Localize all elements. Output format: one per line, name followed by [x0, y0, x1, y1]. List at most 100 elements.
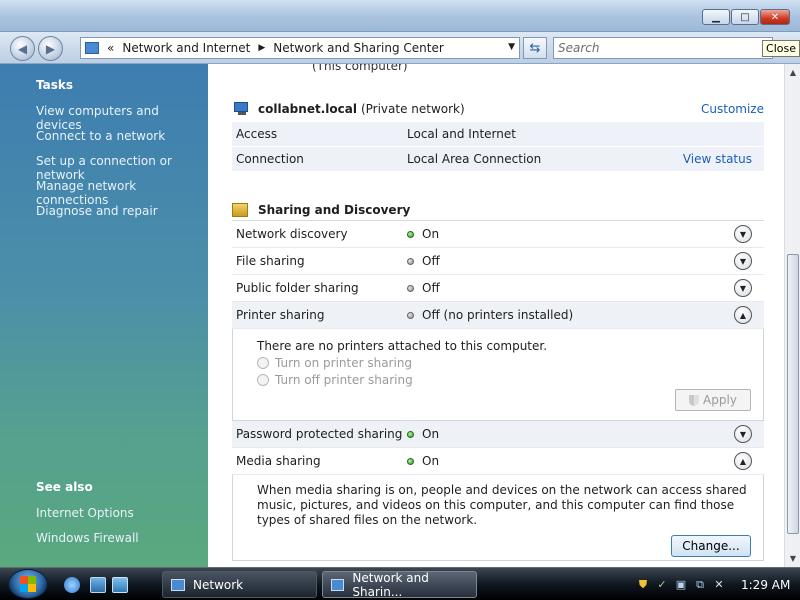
media-sharing-description: When media sharing is on, people and dev… [257, 483, 747, 527]
scroll-down-icon[interactable]: ▼ [786, 551, 800, 566]
network-discovery-status: On [422, 227, 440, 241]
access-value: Local and Internet [407, 127, 516, 141]
address-input[interactable]: « Network and Internet ▶ Network and Sha… [80, 37, 520, 59]
printer-sharing-panel: There are no printers attached to this c… [232, 329, 764, 421]
network-discovery-row[interactable]: Network discovery On ▼ [232, 221, 764, 248]
access-row: Access Local and Internet [232, 122, 764, 147]
status-on-icon [407, 430, 414, 438]
turn-off-printer-sharing-option[interactable]: Turn off printer sharing [257, 373, 413, 387]
turn-on-printer-sharing-option[interactable]: Turn on printer sharing [257, 356, 412, 370]
connection-row: Connection Local Area Connection View st… [232, 147, 764, 172]
sharing-list: Network discovery On ▼ File sharing Off … [232, 221, 764, 561]
radio-icon[interactable] [257, 357, 269, 369]
display-icon[interactable]: ▣ [674, 578, 688, 592]
sharing-icon [232, 202, 248, 217]
vertical-scrollbar[interactable]: ▲ ▼ [784, 64, 800, 567]
collapse-chevron-icon[interactable]: ▲ [734, 306, 752, 324]
breadcrumb-network-and-sharing-center[interactable]: Network and Sharing Center [273, 41, 444, 55]
taskbar: Network Network and Sharin... ⛊ ✓ ▣ ⧉ ✕ … [0, 567, 800, 600]
expand-chevron-icon[interactable]: ▼ [734, 279, 752, 297]
forward-button[interactable]: ▶ [38, 36, 63, 61]
media-sharing-row[interactable]: Media sharing On ▲ [232, 448, 764, 475]
start-button[interactable] [8, 569, 48, 599]
expand-chevron-icon[interactable]: ▼ [734, 425, 752, 443]
refresh-icon: ⇆ [529, 40, 541, 56]
title-bar: ▁ □ ✕ [0, 0, 800, 32]
file-sharing-label: File sharing [236, 254, 305, 268]
password-protected-sharing-label: Password protected sharing [236, 427, 403, 441]
control-panel-icon [85, 42, 99, 54]
media-sharing-label: Media sharing [236, 454, 321, 468]
see-also-windows-firewall[interactable]: Windows Firewall [36, 531, 139, 556]
task-set-up-connection[interactable]: Set up a connection or network [36, 154, 208, 182]
change-button[interactable]: Change... [671, 535, 751, 557]
task-diagnose-and-repair[interactable]: Diagnose and repair [36, 204, 208, 229]
network-tray-icon[interactable]: ⧉ [693, 578, 707, 592]
minimize-button[interactable]: ▁ [702, 9, 730, 25]
windows-logo-icon [20, 576, 36, 592]
close-button[interactable]: ✕ [760, 9, 790, 25]
status-on-icon [407, 457, 414, 465]
network-center-icon [331, 578, 345, 591]
tasks-heading: Tasks [36, 78, 74, 92]
address-bar: ◀ ▶ « Network and Internet ▶ Network and… [0, 32, 800, 64]
see-also-internet-options[interactable]: Internet Options [36, 506, 139, 531]
switch-windows-icon[interactable] [112, 577, 128, 593]
task-view-computers-and-devices[interactable]: View computers and devices [36, 104, 208, 132]
expand-chevron-icon[interactable]: ▼ [734, 225, 752, 243]
media-sharing-status: On [422, 454, 440, 468]
public-folder-sharing-row[interactable]: Public folder sharing Off ▼ [232, 275, 764, 302]
scroll-up-icon[interactable]: ▲ [786, 65, 800, 80]
security-shield-icon[interactable]: ⛊ [636, 578, 650, 592]
radio-icon[interactable] [257, 374, 269, 386]
main-content: (This computer) collabnet.local (Private… [208, 64, 784, 567]
task-manage-network-connections[interactable]: Manage network connections [36, 179, 208, 207]
address-dropdown-icon[interactable]: ▼ [508, 42, 515, 52]
clock[interactable]: 1:29 AM [741, 578, 790, 592]
volume-muted-icon[interactable]: ✕ [712, 578, 726, 592]
see-also-section: See also Internet Options Windows Firewa… [36, 480, 139, 556]
taskbar-network-button[interactable]: Network [162, 571, 317, 598]
turn-off-printer-sharing-label: Turn off printer sharing [275, 373, 413, 387]
turn-on-printer-sharing-label: Turn on printer sharing [275, 356, 413, 370]
printer-sharing-label: Printer sharing [236, 308, 325, 322]
apply-label: Apply [703, 393, 737, 407]
access-label: Access [236, 127, 278, 141]
shield-icon [689, 394, 700, 406]
network-type: (Private network) [360, 102, 465, 116]
expand-chevron-icon[interactable]: ▼ [734, 252, 752, 270]
address-prefix[interactable]: « [107, 41, 114, 55]
maximize-button[interactable]: □ [731, 9, 759, 25]
show-desktop-icon[interactable] [90, 577, 106, 593]
scroll-thumb[interactable] [787, 254, 799, 534]
printer-sharing-row[interactable]: Printer sharing Off (no printers install… [232, 302, 764, 329]
sharing-discovery-heading: Sharing and Discovery [232, 199, 764, 221]
forward-arrow-icon: ▶ [45, 41, 56, 56]
breadcrumb-network-and-internet[interactable]: Network and Internet [122, 41, 250, 55]
refresh-button[interactable]: ⇆ [523, 37, 547, 59]
public-folder-sharing-label: Public folder sharing [236, 281, 359, 295]
file-sharing-row[interactable]: File sharing Off ▼ [232, 248, 764, 275]
collapse-chevron-icon[interactable]: ▲ [734, 452, 752, 470]
password-protected-sharing-row[interactable]: Password protected sharing On ▼ [232, 421, 764, 448]
network-details: Access Local and Internet Connection Loc… [232, 122, 764, 172]
back-button[interactable]: ◀ [10, 36, 35, 61]
public-folder-sharing-status: Off [422, 281, 440, 295]
status-on-icon [407, 230, 414, 238]
network-discovery-label: Network discovery [236, 227, 348, 241]
task-connect-to-network[interactable]: Connect to a network [36, 129, 208, 154]
status-off-icon [407, 257, 414, 265]
network-folder-icon [171, 578, 185, 591]
breadcrumb-separator-icon[interactable]: ▶ [258, 43, 265, 53]
taskbar-network-label: Network [193, 577, 244, 592]
system-tray: ⛊ ✓ ▣ ⧉ ✕ 1:29 AM [630, 568, 800, 600]
internet-explorer-icon[interactable] [64, 577, 80, 593]
search-input[interactable]: Search [553, 37, 773, 59]
view-status-link[interactable]: View status [683, 152, 752, 166]
notification-icon[interactable]: ✓ [655, 578, 669, 592]
apply-button[interactable]: Apply [675, 389, 751, 411]
customize-link[interactable]: Customize [701, 102, 764, 116]
back-arrow-icon: ◀ [17, 41, 28, 56]
taskbar-network-sharing-center-button[interactable]: Network and Sharin... [322, 571, 477, 599]
this-computer-label: (This computer) [312, 64, 408, 73]
